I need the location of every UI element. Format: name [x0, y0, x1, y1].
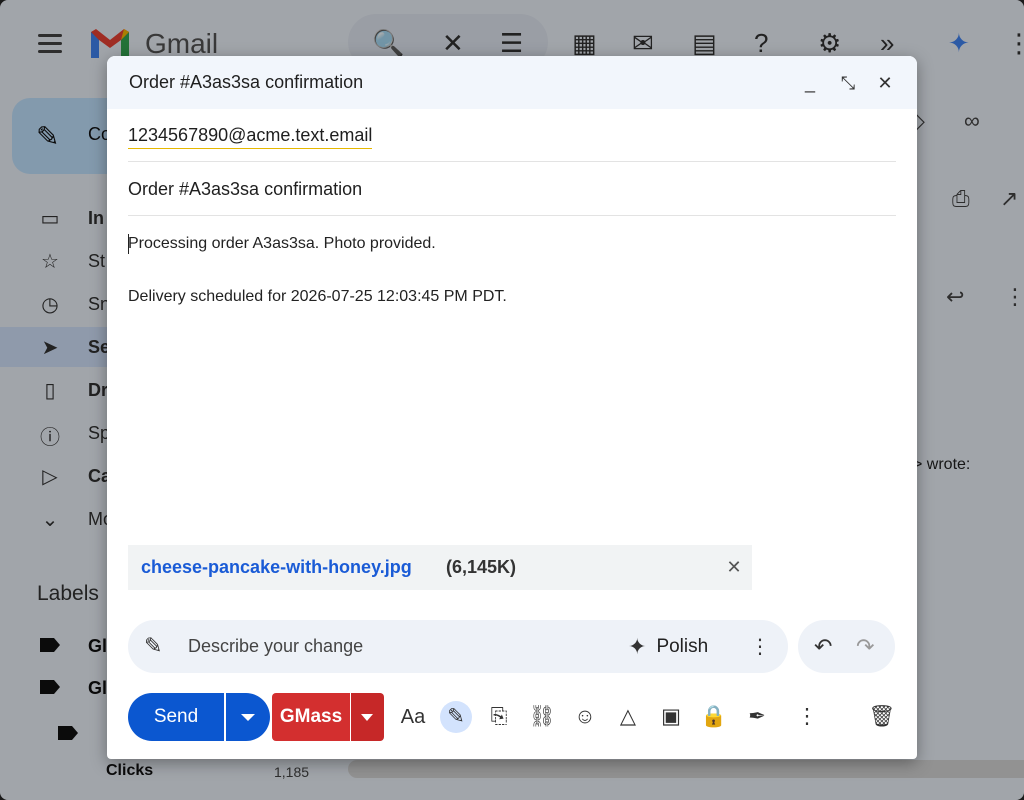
drive-icon[interactable]: △ [612, 701, 644, 733]
to-field-row[interactable]: 1234567890@acme.text.email [128, 109, 896, 162]
recipient-chip[interactable]: 1234567890@acme.text.email [128, 125, 373, 149]
body-line[interactable]: Delivery scheduled for 2026-07-25 12:03:… [128, 288, 507, 306]
remove-attachment-icon[interactable]: ✕ [722, 555, 746, 579]
undo-redo-bar: ↶ ↷ [798, 620, 895, 673]
minimize-button[interactable]: _ [797, 70, 823, 96]
attachment-chip[interactable]: cheese-pancake-with-honey.jpg (6,145K) ✕ [128, 545, 752, 590]
send-group: Send [128, 693, 270, 741]
undo-icon[interactable]: ↶ [814, 634, 832, 660]
insert-photo-icon[interactable]: ▣ [655, 701, 687, 733]
exit-fullscreen-button[interactable]: ⤡ [835, 70, 861, 96]
compose-header: Order #A3as3sa confirmation _ ⤡ ✕ [107, 56, 917, 109]
close-button[interactable]: ✕ [872, 70, 898, 96]
describe-change-input[interactable] [188, 636, 608, 657]
ai-edit-bar: ✎ ✦ Polish ⋮ [128, 620, 788, 673]
subject-text: Order #A3as3sa confirmation [128, 179, 363, 199]
gmass-button[interactable]: GMass [272, 693, 350, 741]
more-options-icon[interactable]: ⋮ [791, 701, 823, 733]
polish-button[interactable]: ✦ Polish [622, 630, 714, 664]
gmass-options-button[interactable] [351, 693, 384, 741]
discard-trash-icon[interactable]: 🗑 [866, 701, 898, 733]
signature-pen-icon[interactable]: ✒ [741, 701, 773, 733]
emoji-icon[interactable]: ☺ [569, 701, 601, 733]
formatting-options-icon[interactable]: Aa [397, 701, 429, 733]
compose-dialog: Order #A3as3sa confirmation _ ⤡ ✕ 123456… [107, 56, 917, 759]
send-button[interactable]: Send [128, 693, 224, 741]
magic-pen-icon: ✎ [144, 633, 163, 658]
confidential-lock-icon[interactable]: 🔒 [698, 701, 730, 733]
insert-link-icon[interactable]: ⛓ [526, 701, 558, 733]
gmass-group: GMass [272, 693, 384, 741]
more-vert-icon[interactable]: ⋮ [748, 634, 772, 659]
help-me-write-icon[interactable]: ✎ [440, 701, 472, 733]
compose-title: Order #A3as3sa confirmation [129, 72, 364, 92]
redo-icon[interactable]: ↷ [856, 634, 874, 660]
subject-field[interactable]: Order #A3as3sa confirmation [128, 163, 896, 216]
magic-wand-icon: ✦ [628, 634, 647, 659]
send-options-button[interactable] [226, 693, 270, 741]
attachment-name[interactable]: cheese-pancake-with-honey.jpg [141, 557, 412, 578]
attach-file-icon[interactable]: ⎘ [483, 701, 515, 733]
body-line[interactable]: Processing order A3as3sa. Photo provided… [128, 235, 436, 253]
attachment-size: (6,145K) [446, 557, 517, 577]
